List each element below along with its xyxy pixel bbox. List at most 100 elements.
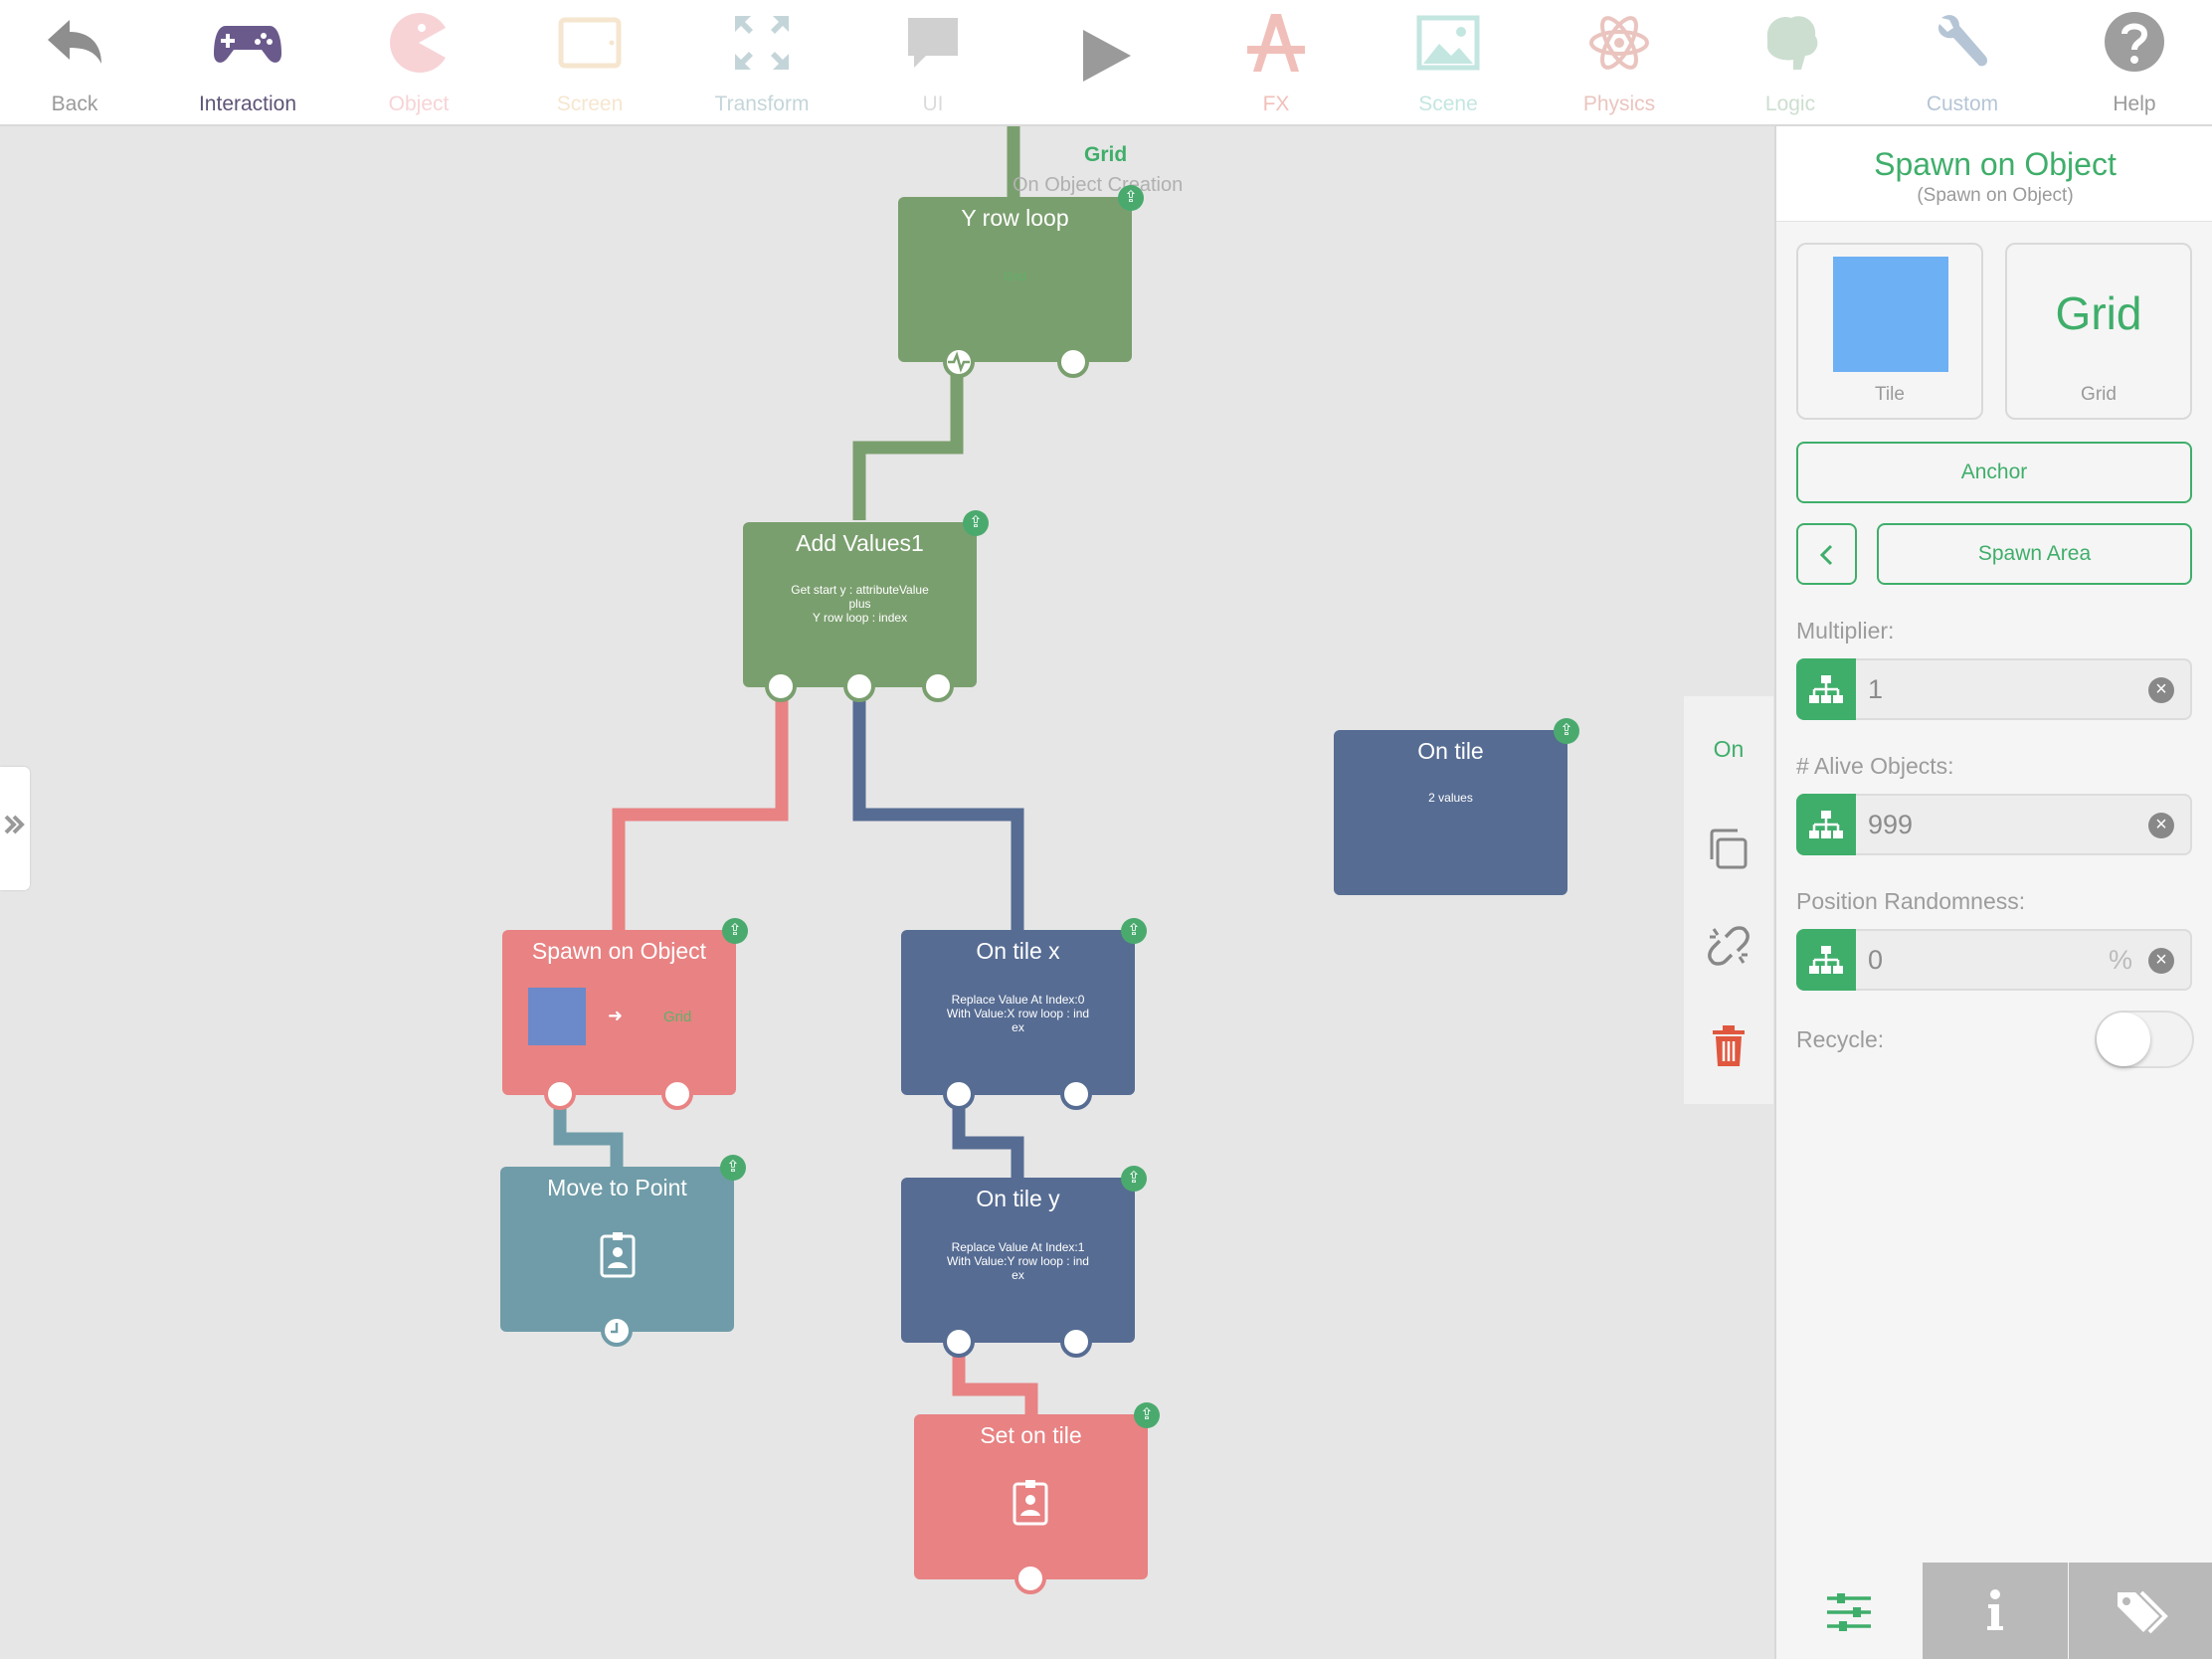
node-title: Y row loop <box>961 205 1069 231</box>
spawn-area-button[interactable]: Spawn Area <box>1877 523 2192 585</box>
tab-transform[interactable]: Transform <box>676 0 847 124</box>
screen-label: Screen <box>556 92 624 115</box>
export-icon[interactable]: ⇪ <box>722 918 748 944</box>
tab-fx[interactable]: FX <box>1191 0 1362 124</box>
hierarchy-button[interactable] <box>1796 794 1856 855</box>
back-chevron-button[interactable] <box>1796 523 1857 585</box>
tab-logic[interactable]: Logic <box>1705 0 1876 124</box>
tile-card-label: Tile <box>1875 384 1905 405</box>
node-action-strip: On <box>1684 696 1773 1104</box>
tile-thumbnail <box>528 988 586 1045</box>
clear-icon[interactable]: × <box>2148 948 2174 974</box>
side-drawer-handle[interactable] <box>0 767 30 890</box>
tab-scene[interactable]: Scene <box>1363 0 1534 124</box>
node-on-tile-y[interactable]: On tile y Replace Value At Index:1 With … <box>901 1166 1147 1358</box>
on-toggle-button[interactable]: On <box>1684 736 1773 763</box>
export-icon[interactable]: ⇪ <box>1118 185 1144 211</box>
broken-link-icon <box>1708 926 1750 966</box>
play-button[interactable] <box>1018 0 1190 124</box>
node-body: 2 values <box>1428 791 1473 805</box>
fx-label: FX <box>1262 92 1290 115</box>
node-y-row-loop[interactable]: Y row loop Grid ⇪ <box>898 185 1144 378</box>
node-on-tile[interactable]: On tile 2 values ⇪ <box>1334 718 1579 895</box>
clear-icon[interactable]: × <box>2148 813 2174 838</box>
output-port[interactable] <box>943 1326 975 1358</box>
multiplier-field[interactable]: 1 × <box>1796 658 2192 720</box>
pulse-icon <box>948 351 970 373</box>
wrench-icon <box>1937 15 1987 67</box>
percent-unit: % <box>2108 945 2132 975</box>
node-title: Set on tile <box>980 1422 1082 1448</box>
node-body: Replace Value At Index:0 With Value:X ro… <box>901 993 1135 1034</box>
tile-swatch <box>1833 257 1948 372</box>
tab-info[interactable] <box>1923 1563 2068 1659</box>
logic-canvas[interactable]: Grid On Object Creation Y row loop Grid … <box>0 126 1774 1659</box>
wire-add-values-to-on-tile-x <box>852 696 1024 931</box>
help-button[interactable]: Help <box>2049 0 2212 124</box>
wire-add-values-to-spawn <box>612 696 789 931</box>
gamepad-icon <box>214 26 281 63</box>
output-port[interactable] <box>1014 1563 1046 1594</box>
info-icon <box>1987 1589 2003 1630</box>
output-port[interactable] <box>1060 1326 1092 1358</box>
output-port[interactable] <box>943 1078 975 1110</box>
node-on-tile-x[interactable]: On tile x Replace Value At Index:0 With … <box>901 918 1147 1110</box>
tab-object[interactable]: Object <box>333 0 504 124</box>
tab-ui[interactable]: UI <box>847 0 1018 124</box>
speech-bubble-icon <box>908 18 958 68</box>
body-line: ex <box>1012 1020 1024 1034</box>
node-set-on-tile[interactable]: Set on tile ⇪ <box>914 1402 1160 1594</box>
output-port[interactable] <box>661 1078 693 1110</box>
ui-label: UI <box>922 92 944 115</box>
trash-icon <box>1713 1025 1745 1066</box>
node-move-to-point[interactable]: Move to Point ⇪ <box>500 1155 746 1347</box>
alive-objects-field[interactable]: 999 × <box>1796 794 2192 855</box>
node-add-values[interactable]: Add Values1 Get start y : attributeValue… <box>743 510 989 702</box>
export-icon[interactable]: ⇪ <box>1121 918 1147 944</box>
output-port[interactable] <box>843 670 875 702</box>
tab-properties[interactable] <box>1776 1563 1922 1659</box>
export-icon[interactable]: ⇪ <box>1554 718 1579 744</box>
unlink-button[interactable] <box>1684 923 1773 974</box>
export-icon[interactable]: ⇪ <box>1134 1402 1160 1428</box>
tab-interaction[interactable]: Interaction <box>162 0 333 124</box>
brain-icon <box>1766 16 1818 70</box>
output-port[interactable] <box>1057 346 1089 378</box>
node-body: Replace Value At Index:1 With Value:Y ro… <box>901 1240 1135 1282</box>
export-icon[interactable]: ⇪ <box>720 1155 746 1181</box>
hierarchy-button[interactable] <box>1796 929 1856 991</box>
output-port[interactable] <box>1060 1078 1092 1110</box>
node-body: Grid <box>1004 270 1026 283</box>
tile-object-card[interactable]: Tile <box>1796 243 1983 420</box>
grid-object-card[interactable]: Grid Grid <box>2005 243 2192 420</box>
hierarchy-icon <box>1809 946 1843 974</box>
custom-label: Custom <box>1926 92 1999 115</box>
tab-custom[interactable]: Custom <box>1877 0 2048 124</box>
output-port-pulse[interactable] <box>943 346 975 378</box>
tab-physics[interactable]: Physics <box>1534 0 1705 124</box>
recycle-toggle[interactable] <box>2095 1011 2194 1068</box>
tab-screen[interactable]: Screen <box>504 0 675 124</box>
output-port[interactable] <box>544 1078 576 1110</box>
wire-on-tile-y-to-set-on-tile <box>952 1342 1038 1419</box>
tab-tags[interactable] <box>2069 1563 2212 1659</box>
panel-subtitle: (Spawn on Object) <box>1917 185 2074 206</box>
hierarchy-button[interactable] <box>1796 658 1856 720</box>
output-port-timer[interactable] <box>601 1315 633 1347</box>
export-icon[interactable]: ⇪ <box>1121 1166 1147 1192</box>
anchor-button[interactable]: Anchor <box>1796 442 2192 503</box>
node-title: On tile y <box>976 1186 1060 1211</box>
delete-button[interactable] <box>1684 1022 1773 1073</box>
node-spawn-on-object[interactable]: Spawn on Object ➜ Grid ⇪ <box>502 918 748 1110</box>
position-randomness-field[interactable]: 0 % × <box>1796 929 2192 991</box>
clear-icon[interactable]: × <box>2148 677 2174 703</box>
badge-icon <box>1013 1480 1048 1526</box>
output-port[interactable] <box>922 670 954 702</box>
output-port[interactable] <box>765 670 797 702</box>
recycle-label: Recycle: <box>1796 1026 1885 1052</box>
back-button[interactable]: Back <box>0 0 160 124</box>
export-icon[interactable]: ⇪ <box>963 510 989 536</box>
body-line: Get start y : attributeValue <box>791 583 929 597</box>
alive-objects-value: 999 <box>1868 810 1914 839</box>
duplicate-button[interactable] <box>1684 826 1773 876</box>
